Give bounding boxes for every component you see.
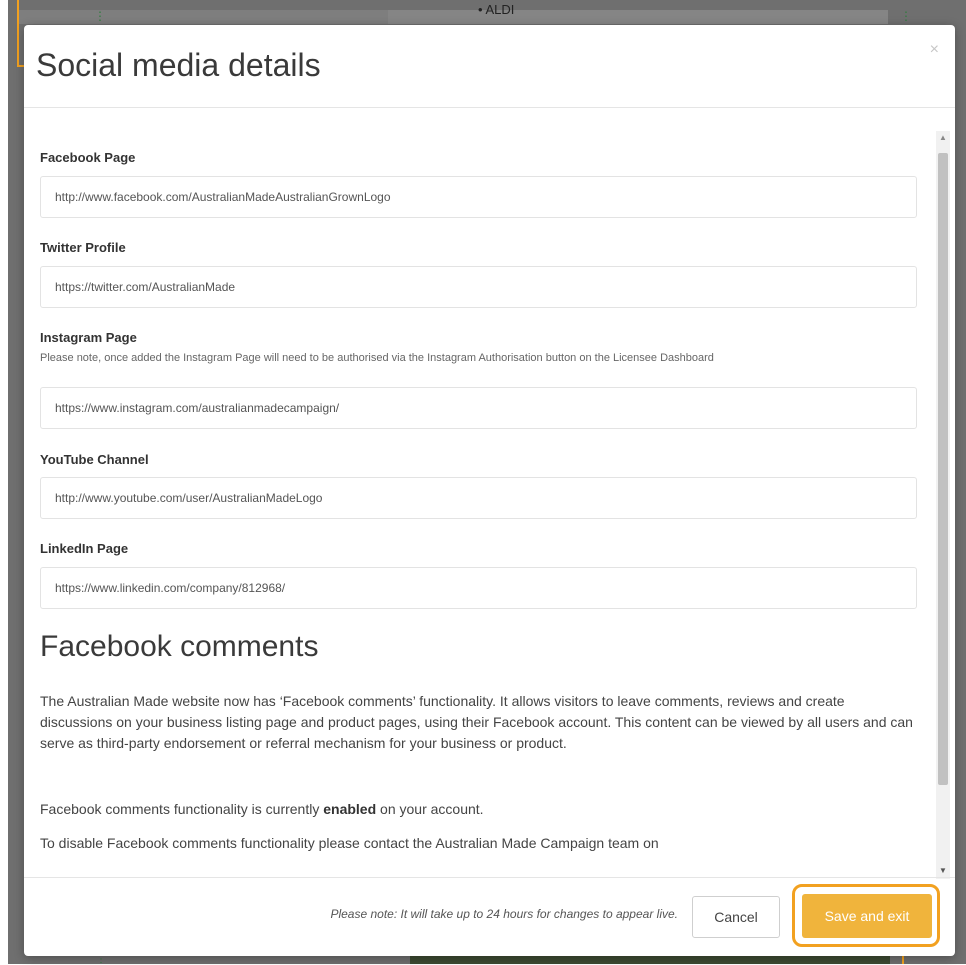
twitter-profile-input[interactable] — [40, 266, 917, 308]
background-card — [18, 10, 388, 24]
background-list-item: • ALDI — [478, 2, 515, 17]
annotation-callout-line — [17, 0, 19, 67]
twitter-profile-label: Twitter Profile — [40, 240, 126, 255]
instagram-note: Please note, once added the Instagram Pa… — [40, 352, 714, 364]
status-prefix: Facebook comments functionality is curre… — [40, 801, 324, 817]
youtube-channel-label: YouTube Channel — [40, 452, 149, 467]
youtube-channel-input[interactable] — [40, 477, 917, 519]
footer-divider — [24, 877, 955, 878]
footer-note: Please note: It will take up to 24 hours… — [330, 907, 678, 921]
cancel-button[interactable]: Cancel — [692, 896, 780, 938]
background-card — [388, 10, 888, 24]
facebook-page-label: Facebook Page — [40, 150, 136, 165]
facebook-comments-heading: Facebook comments — [40, 630, 319, 663]
facebook-comments-disable-text: To disable Facebook comments functionali… — [40, 835, 659, 851]
status-suffix: on your account. — [376, 801, 484, 817]
status-value: enabled — [323, 801, 377, 817]
scroll-down-arrow-icon[interactable]: ▼ — [939, 866, 947, 876]
linkedin-page-label: LinkedIn Page — [40, 541, 129, 556]
background-list-item-label: ALDI — [485, 2, 515, 17]
facebook-comments-description: The Australian Made website now has ‘Fac… — [40, 693, 913, 751]
modal-body[interactable]: Facebook Page Twitter Profile Instagram … — [24, 108, 955, 877]
instagram-page-input[interactable] — [40, 387, 917, 429]
save-and-exit-button[interactable]: Save and exit — [802, 894, 932, 938]
modal-scrollbar[interactable]: ▲ ▼ — [936, 131, 950, 879]
scroll-up-arrow-icon[interactable]: ▲ — [939, 133, 947, 143]
close-icon[interactable]: × — [930, 41, 939, 59]
scroll-thumb[interactable] — [938, 153, 948, 785]
social-media-modal: Social media details × Facebook Page Twi… — [24, 25, 955, 956]
instagram-page-label: Instagram Page — [40, 330, 137, 345]
facebook-page-input[interactable] — [40, 176, 917, 218]
background-menu-dots-icon: ⋮ — [94, 9, 106, 23]
background-menu-dots-icon: ⋮ — [900, 9, 912, 23]
facebook-comments-status: Facebook comments functionality is curre… — [40, 799, 920, 820]
linkedin-page-input[interactable] — [40, 567, 917, 609]
modal-title: Social media details — [36, 47, 321, 83]
